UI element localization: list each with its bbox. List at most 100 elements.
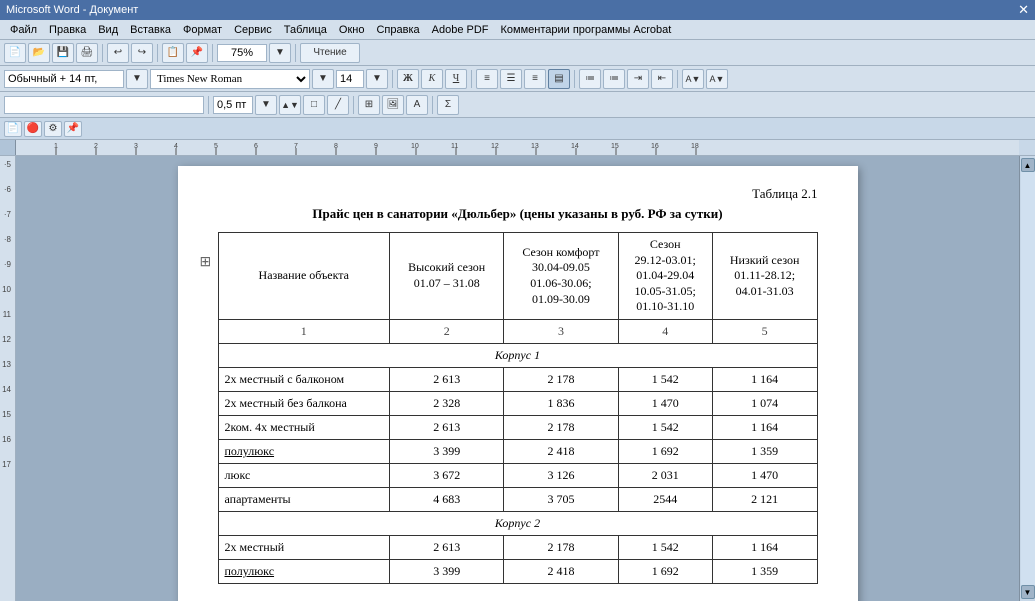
section-header-Корпус 1: Корпус 1: [218, 343, 817, 367]
menu-acrobat[interactable]: Комментарии программы Acrobat: [495, 24, 678, 36]
price-table: Название объекта Высокий сезон01.07 – 31…: [218, 232, 818, 584]
scroll-up-button[interactable]: ▲: [1021, 158, 1035, 172]
title-bar: Microsoft Word - Документ ✕: [0, 0, 1035, 20]
table-row: 2х местный без балкона2 3281 8361 4701 0…: [218, 391, 817, 415]
menu-file[interactable]: Файл: [4, 24, 43, 36]
italic-button[interactable]: К: [421, 69, 443, 89]
close-button[interactable]: ✕: [1018, 2, 1029, 18]
menu-adobe[interactable]: Adobe PDF: [426, 24, 495, 36]
align-right-button[interactable]: ≡: [524, 69, 546, 89]
cell-col5: 1 164: [712, 367, 817, 391]
svg-text:6: 6: [254, 143, 258, 150]
menu-table[interactable]: Таблица: [278, 24, 333, 36]
align-center-button[interactable]: ☰: [500, 69, 522, 89]
right-scrollbar[interactable]: ▲ ▼: [1019, 156, 1035, 601]
font-color-button[interactable]: A▼: [706, 69, 728, 89]
new-button[interactable]: 📄: [4, 43, 26, 63]
table-row: 2х местный2 6132 1781 5421 164: [218, 535, 817, 559]
read-mode-button[interactable]: Чтение: [300, 43, 360, 63]
small-btn3[interactable]: ⚙: [44, 121, 62, 137]
small-btn2[interactable]: 🔴: [24, 121, 42, 137]
menu-format[interactable]: Формат: [177, 24, 228, 36]
list-num-button[interactable]: ≔: [603, 69, 625, 89]
sep1: [102, 44, 103, 62]
svg-text:11: 11: [451, 143, 458, 150]
table-row: апартаменты4 6833 70525442 121: [218, 487, 817, 511]
sigma-button[interactable]: Σ: [437, 95, 459, 115]
style-input[interactable]: [4, 70, 124, 88]
ruler-num-5: ·5: [4, 161, 13, 169]
redo-button[interactable]: ↪: [131, 43, 153, 63]
style-dropdown[interactable]: ▼: [126, 69, 148, 89]
menu-insert[interactable]: Вставка: [124, 24, 177, 36]
ruler-num-16: 16: [2, 436, 13, 444]
svg-text:2: 2: [94, 143, 98, 150]
table-row: полулюкс3 3992 4181 6921 359: [218, 439, 817, 463]
save-button[interactable]: 💾: [52, 43, 74, 63]
line-width-input[interactable]: [213, 96, 253, 114]
table-row: полулюкс3 3992 4181 6921 359: [218, 559, 817, 583]
highlight-button[interactable]: A▼: [682, 69, 704, 89]
small-btn4[interactable]: 📌: [64, 121, 82, 137]
small-bar: 📄 🔴 ⚙ 📌: [0, 118, 1035, 140]
main-row: ·5 ·6 ·7 ·8 ·9 10 11 12 13 14 15 16 17 Т…: [0, 156, 1035, 601]
menu-edit[interactable]: Правка: [43, 24, 92, 36]
zoom-input[interactable]: [217, 44, 267, 62]
zoom-dropdown[interactable]: ▼: [269, 43, 291, 63]
small-btn1[interactable]: 📄: [4, 121, 22, 137]
open-button[interactable]: 📂: [28, 43, 50, 63]
wordart-button[interactable]: A: [406, 95, 428, 115]
scroll-track: [1021, 172, 1035, 585]
font-dropdown[interactable]: ▼: [312, 69, 334, 89]
draw-line-button[interactable]: ╱: [327, 95, 349, 115]
draw-shape-button[interactable]: □: [303, 95, 325, 115]
line-width-dropdown[interactable]: ▼: [255, 95, 277, 115]
menu-help[interactable]: Справка: [370, 24, 425, 36]
svg-text:15: 15: [611, 143, 619, 150]
ruler-num-14: 14: [2, 386, 13, 394]
align-justify-button[interactable]: ▤: [548, 69, 570, 89]
col-num-5: 5: [712, 319, 817, 343]
print-button[interactable]: 🖨: [76, 43, 98, 63]
copy-button[interactable]: 📋: [162, 43, 184, 63]
svg-text:10: 10: [411, 143, 419, 150]
style-toolbar: ▼ Times New Roman ▼ ▼ Ж К Ч ≡ ☰ ≡ ▤ ≔ ≔ …: [0, 66, 1035, 92]
cell-col2: 3 399: [390, 559, 504, 583]
undo-button[interactable]: ↩: [107, 43, 129, 63]
add-table-icon[interactable]: ⊞: [200, 254, 212, 271]
menu-bar: Файл Правка Вид Вставка Формат Сервис Та…: [0, 20, 1035, 40]
col-num-3: 3: [504, 319, 618, 343]
cell-col5: 1 164: [712, 415, 817, 439]
font-select[interactable]: Times New Roman: [150, 69, 310, 89]
fill-color-button[interactable]: ▲▼: [279, 95, 301, 115]
svg-text:1: 1: [54, 143, 58, 150]
bold-button[interactable]: Ж: [397, 69, 419, 89]
ruler-num-11: 11: [3, 311, 13, 319]
list-bullet-button[interactable]: ≔: [579, 69, 601, 89]
ruler-num-8: ·8: [4, 236, 13, 244]
size-dropdown[interactable]: ▼: [366, 69, 388, 89]
align-left-button[interactable]: ≡: [476, 69, 498, 89]
cell-col5: 1 074: [712, 391, 817, 415]
cell-col4: 2544: [618, 487, 712, 511]
cell-name: 2х местный без балкона: [218, 391, 390, 415]
insert-pic-button[interactable]: 🖼: [382, 95, 404, 115]
underline-button[interactable]: Ч: [445, 69, 467, 89]
ruler-right-corner: [1019, 140, 1035, 155]
paste-button[interactable]: 📌: [186, 43, 208, 63]
indent-out-button[interactable]: ⇤: [651, 69, 673, 89]
font-size-input[interactable]: [336, 70, 364, 88]
cell-col4: 1 692: [618, 559, 712, 583]
draw-input[interactable]: [4, 96, 204, 114]
cell-col3: 1 836: [504, 391, 618, 415]
table-button[interactable]: ⊞: [358, 95, 380, 115]
menu-window[interactable]: Окно: [333, 24, 371, 36]
svg-text:18: 18: [691, 143, 699, 150]
menu-view[interactable]: Вид: [92, 24, 124, 36]
document-page: Таблица 2.1 Прайс цен в санатории «Дюльб…: [178, 166, 858, 601]
menu-tools[interactable]: Сервис: [228, 24, 278, 36]
indent-in-button[interactable]: ⇥: [627, 69, 649, 89]
cell-col3: 2 418: [504, 439, 618, 463]
scroll-down-button[interactable]: ▼: [1021, 585, 1035, 599]
cell-col2: 2 613: [390, 415, 504, 439]
